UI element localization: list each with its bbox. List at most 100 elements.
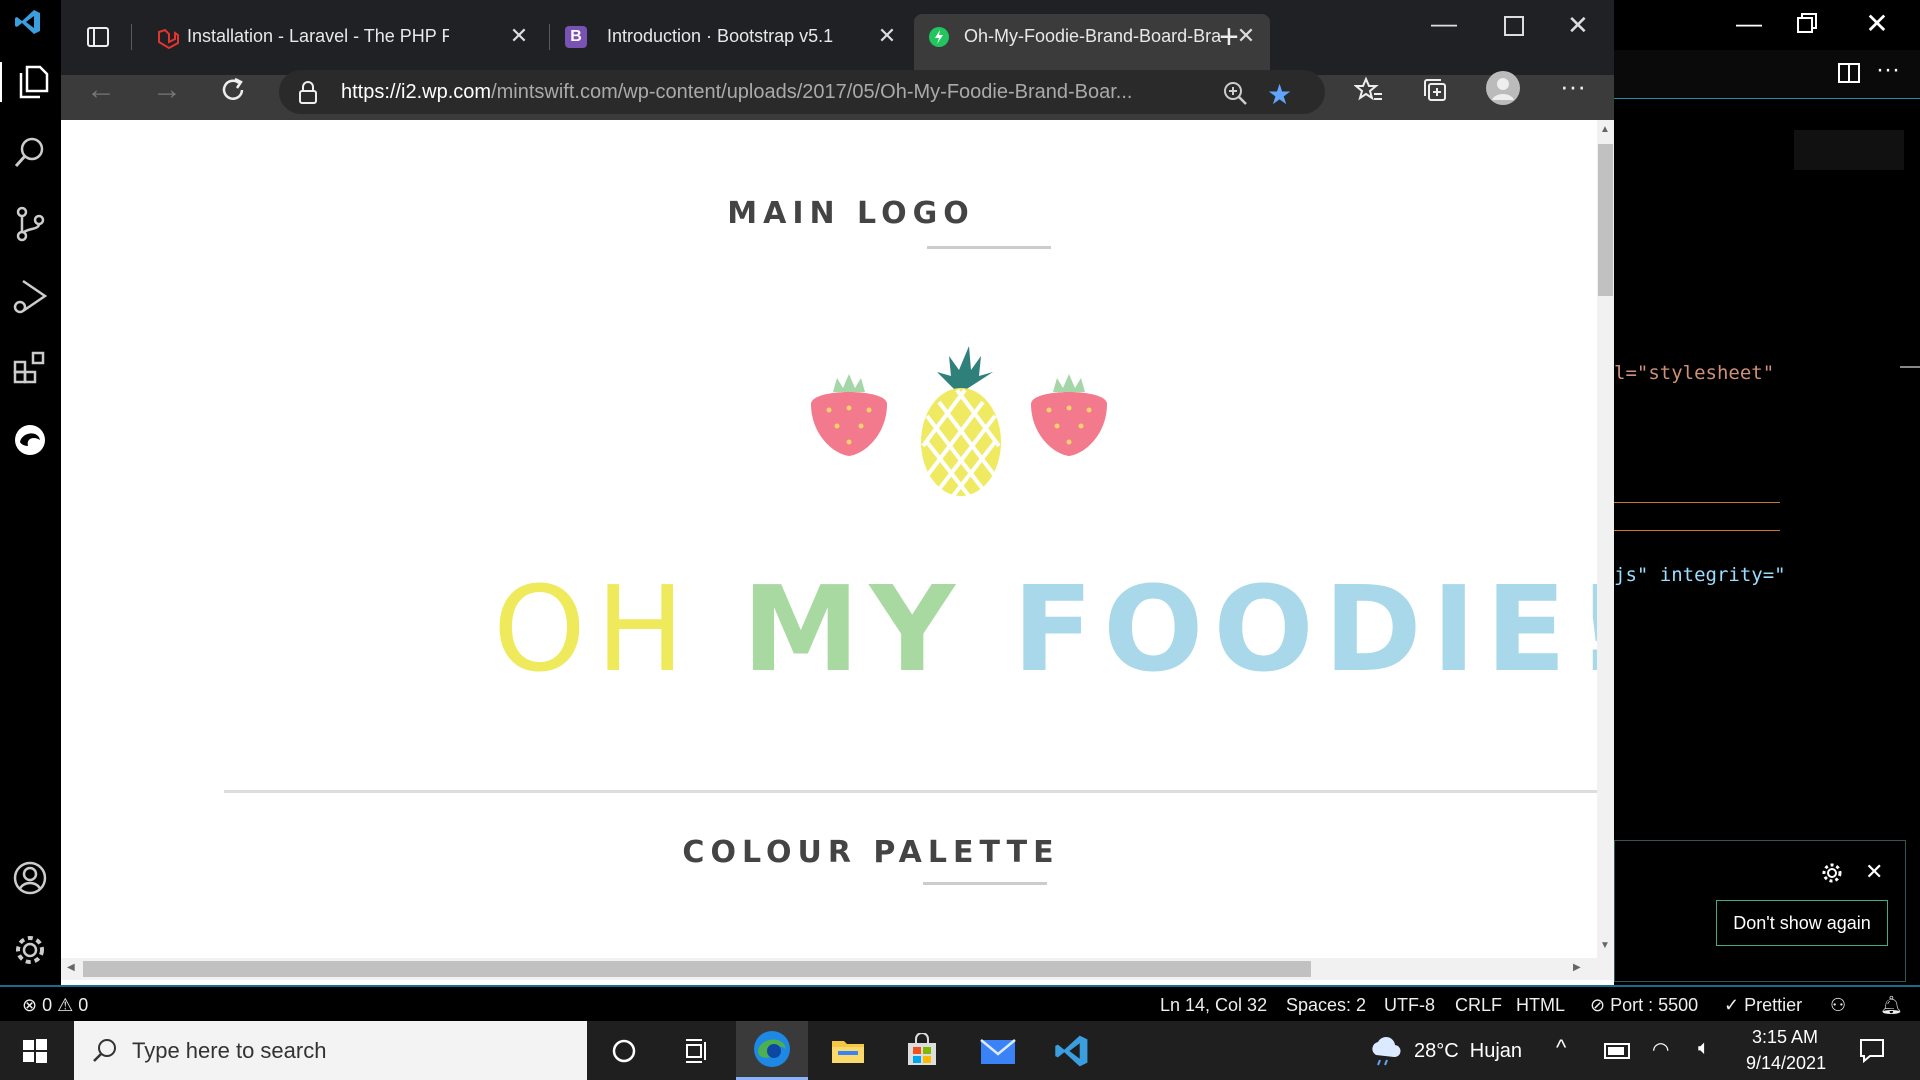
prettier-status[interactable]: ✓ Prettier [1724,995,1802,1016]
colour-palette-heading: COLOUR PALETTE [682,835,1060,870]
collections-icon[interactable] [1417,72,1453,108]
favorite-star-icon[interactable]: ★ [1267,78,1292,111]
refresh-icon[interactable] [215,72,251,108]
address-bar[interactable]: https://i2.wp.com/mintswift.com/wp-conte… [279,70,1325,114]
vscode-taskbar-icon[interactable] [1036,1021,1108,1080]
tab-bar: Installation - Laravel - The PHP F ✕ B I… [61,0,1614,75]
fruit-logo-icon [799,342,1119,512]
microsoft-store-icon[interactable] [886,1021,958,1080]
url-host: i2.wp.com [401,81,492,103]
source-control-icon[interactable] [10,204,50,244]
scroll-thumb[interactable] [83,961,1311,977]
profile-avatar-icon[interactable] [1485,70,1521,106]
restore-icon[interactable] [1792,8,1822,38]
tab-close-icon[interactable]: ✕ [873,22,901,50]
brand-word-my: MY [742,560,965,698]
run-debug-icon[interactable] [10,276,50,316]
notifications-bell-icon[interactable]: 🔔︎ [1880,995,1903,1016]
vscode-logo-icon [14,8,42,36]
edge-taskbar-icon[interactable] [736,1021,808,1080]
volume-icon[interactable]: 🔈︎ [1698,1037,1710,1060]
battery-icon[interactable] [1604,1043,1630,1059]
editor-tab-actions: ··· [1614,50,1920,99]
tab-bootstrap[interactable]: B Introduction · Bootstrap v5.1 ✕ [555,14,911,60]
tab-actions-icon[interactable] [85,24,111,50]
tab-oh-my-foodie[interactable]: Oh-My-Foodie-Brand-Board-Bra ✕ [914,14,1270,75]
back-icon[interactable]: ← [83,72,119,108]
weather-text[interactable]: 28°C Hujan [1414,1040,1522,1063]
tab-title: Oh-My-Foodie-Brand-Board-Bra [964,26,1222,46]
browser-minimize-icon[interactable]: — [1431,8,1457,39]
brand-word-foodie: FOODIE! [1012,560,1597,698]
minimap[interactable] [1794,130,1904,170]
more-menu-icon[interactable]: ··· [1555,68,1591,104]
bootstrap-icon: B [565,26,587,48]
code-line[interactable]: l="stylesheet" [1614,362,1774,384]
url-prefix: https:// [341,81,402,103]
scroll-right-icon[interactable]: ▶ [1573,962,1581,973]
notification-close-icon[interactable]: ✕ [1865,859,1883,885]
editor-area: — ✕ ··· l="stylesheet" js" integrity=" [1614,0,1920,985]
divider [1614,502,1780,503]
line-ending[interactable]: CRLF [1455,995,1502,1016]
dont-show-again-button[interactable]: Don't show again [1716,900,1888,946]
edge-tools-icon[interactable] [10,420,50,460]
feedback-icon[interactable]: ⚇ [1830,995,1846,1016]
action-center-icon[interactable] [1858,1037,1886,1063]
port-label: Port : 5500 [1610,995,1699,1015]
scroll-down-icon[interactable]: ▼ [1600,940,1610,951]
weather-icon[interactable] [1368,1033,1402,1067]
search-placeholder: Type here to search [132,1038,327,1063]
scroll-up-icon[interactable]: ▲ [1600,124,1610,135]
favorites-icon[interactable] [1351,72,1387,108]
scroll-thumb[interactable] [1598,144,1613,296]
file-explorer-icon[interactable] [812,1021,884,1080]
search-icon [92,1037,118,1063]
search-icon[interactable] [10,132,50,172]
url-text[interactable]: https://i2.wp.com/mintswift.com/wp-conte… [341,81,1132,104]
task-view-icon[interactable] [660,1021,732,1080]
clock-time[interactable]: 3:15 AM [1752,1027,1818,1048]
browser-close-icon[interactable]: ✕ [1567,10,1589,41]
account-icon[interactable] [10,858,50,898]
new-tab-icon[interactable]: + [1219,18,1239,57]
error-count: 0 [42,995,53,1015]
extensions-icon[interactable] [10,348,50,388]
brand-word-oh: OH [493,560,695,698]
indentation[interactable]: Spaces: 2 [1286,995,1366,1016]
notification-toast: ✕ Don't show again [1614,840,1906,982]
cortana-icon[interactable] [588,1021,660,1080]
clock-date[interactable]: 9/14/2021 [1746,1053,1826,1074]
scroll-left-icon[interactable]: ◀ [67,962,75,973]
notification-settings-icon[interactable] [1820,861,1844,885]
laravel-icon [157,28,179,50]
tab-separator [131,24,132,50]
horizontal-scrollbar[interactable]: ◀ ▶ [61,958,1614,980]
show-hidden-icons-icon[interactable]: ^ [1556,1035,1566,1061]
tab-laravel[interactable]: Installation - Laravel - The PHP F ✕ [145,14,543,60]
language-mode[interactable]: HTML [1516,995,1565,1016]
cursor-position[interactable]: Ln 14, Col 32 [1160,995,1267,1016]
split-editor-icon[interactable] [1836,60,1862,86]
explorer-icon[interactable] [0,62,62,102]
mail-icon[interactable] [962,1021,1034,1080]
activity-bar [0,0,62,985]
network-icon[interactable]: ◠ [1652,1037,1669,1062]
settings-gear-icon[interactable] [10,930,50,970]
tab-close-icon[interactable]: ✕ [505,22,533,50]
problems-indicator[interactable]: ⊗ 0 ⚠ 0 [22,995,88,1016]
vertical-scrollbar[interactable]: ▲ ▼ [1597,120,1614,958]
live-server-port[interactable]: ⊘ Port : 5500 [1590,995,1698,1016]
minimize-icon[interactable]: — [1734,8,1764,38]
zoom-icon[interactable] [1222,80,1248,106]
divider [1614,530,1780,531]
forward-icon[interactable]: → [149,72,185,108]
taskbar-search-box[interactable]: Type here to search [74,1021,587,1080]
encoding[interactable]: UTF-8 [1384,995,1435,1016]
close-window-icon[interactable]: ✕ [1862,8,1892,39]
code-line[interactable]: js" integrity=" [1614,564,1786,586]
browser-maximize-icon[interactable] [1504,16,1524,36]
windows-start-icon[interactable] [22,1038,48,1064]
more-actions-icon[interactable]: ··· [1876,56,1900,84]
tab-title: Installation - Laravel - The PHP F [187,26,449,46]
